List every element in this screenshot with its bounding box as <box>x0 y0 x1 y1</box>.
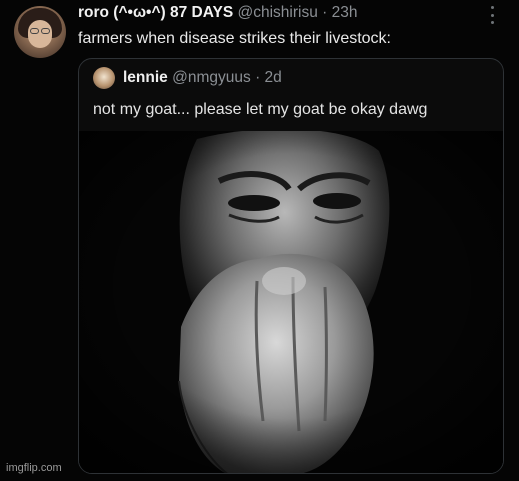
quoted-tweet-text: not my goat... please let my goat be oka… <box>93 101 428 118</box>
quoted-display-name[interactable]: lennie <box>123 69 168 86</box>
quoted-separator-dot: · <box>255 69 261 86</box>
user-handle[interactable]: @chishirisu <box>238 4 318 21</box>
display-name[interactable]: roro (^•ω•^) 87 DAYS <box>78 4 233 21</box>
timestamp[interactable]: 23h <box>332 4 358 21</box>
avatar-glasses-right <box>41 28 50 34</box>
avatar[interactable] <box>14 6 66 58</box>
quoted-tweet-card[interactable]: lennie @nmgyuus · 2d not my goat... plea… <box>78 58 504 474</box>
quoted-timestamp[interactable]: 2d <box>265 69 282 86</box>
quoted-avatar[interactable] <box>93 67 115 89</box>
screenshot-page: roro (^•ω•^) 87 DAYS @chishirisu · 23h f… <box>0 0 519 481</box>
crying-man-photo <box>79 131 503 473</box>
quoted-tweet-header: lennie @nmgyuus · 2d <box>123 69 282 87</box>
imgflip-watermark: imgflip.com <box>6 462 62 474</box>
tweet-text: farmers when disease strikes their lives… <box>78 30 391 47</box>
more-vertical-icon[interactable] <box>484 6 500 24</box>
quoted-user-handle[interactable]: @nmgyuus <box>172 69 251 86</box>
tweet-header: roro (^•ω•^) 87 DAYS @chishirisu · 23h <box>78 4 479 22</box>
separator-dot: · <box>322 4 328 21</box>
avatar-glasses-left <box>30 28 39 34</box>
quoted-media-image[interactable] <box>79 131 503 473</box>
avatar-face <box>28 20 52 48</box>
